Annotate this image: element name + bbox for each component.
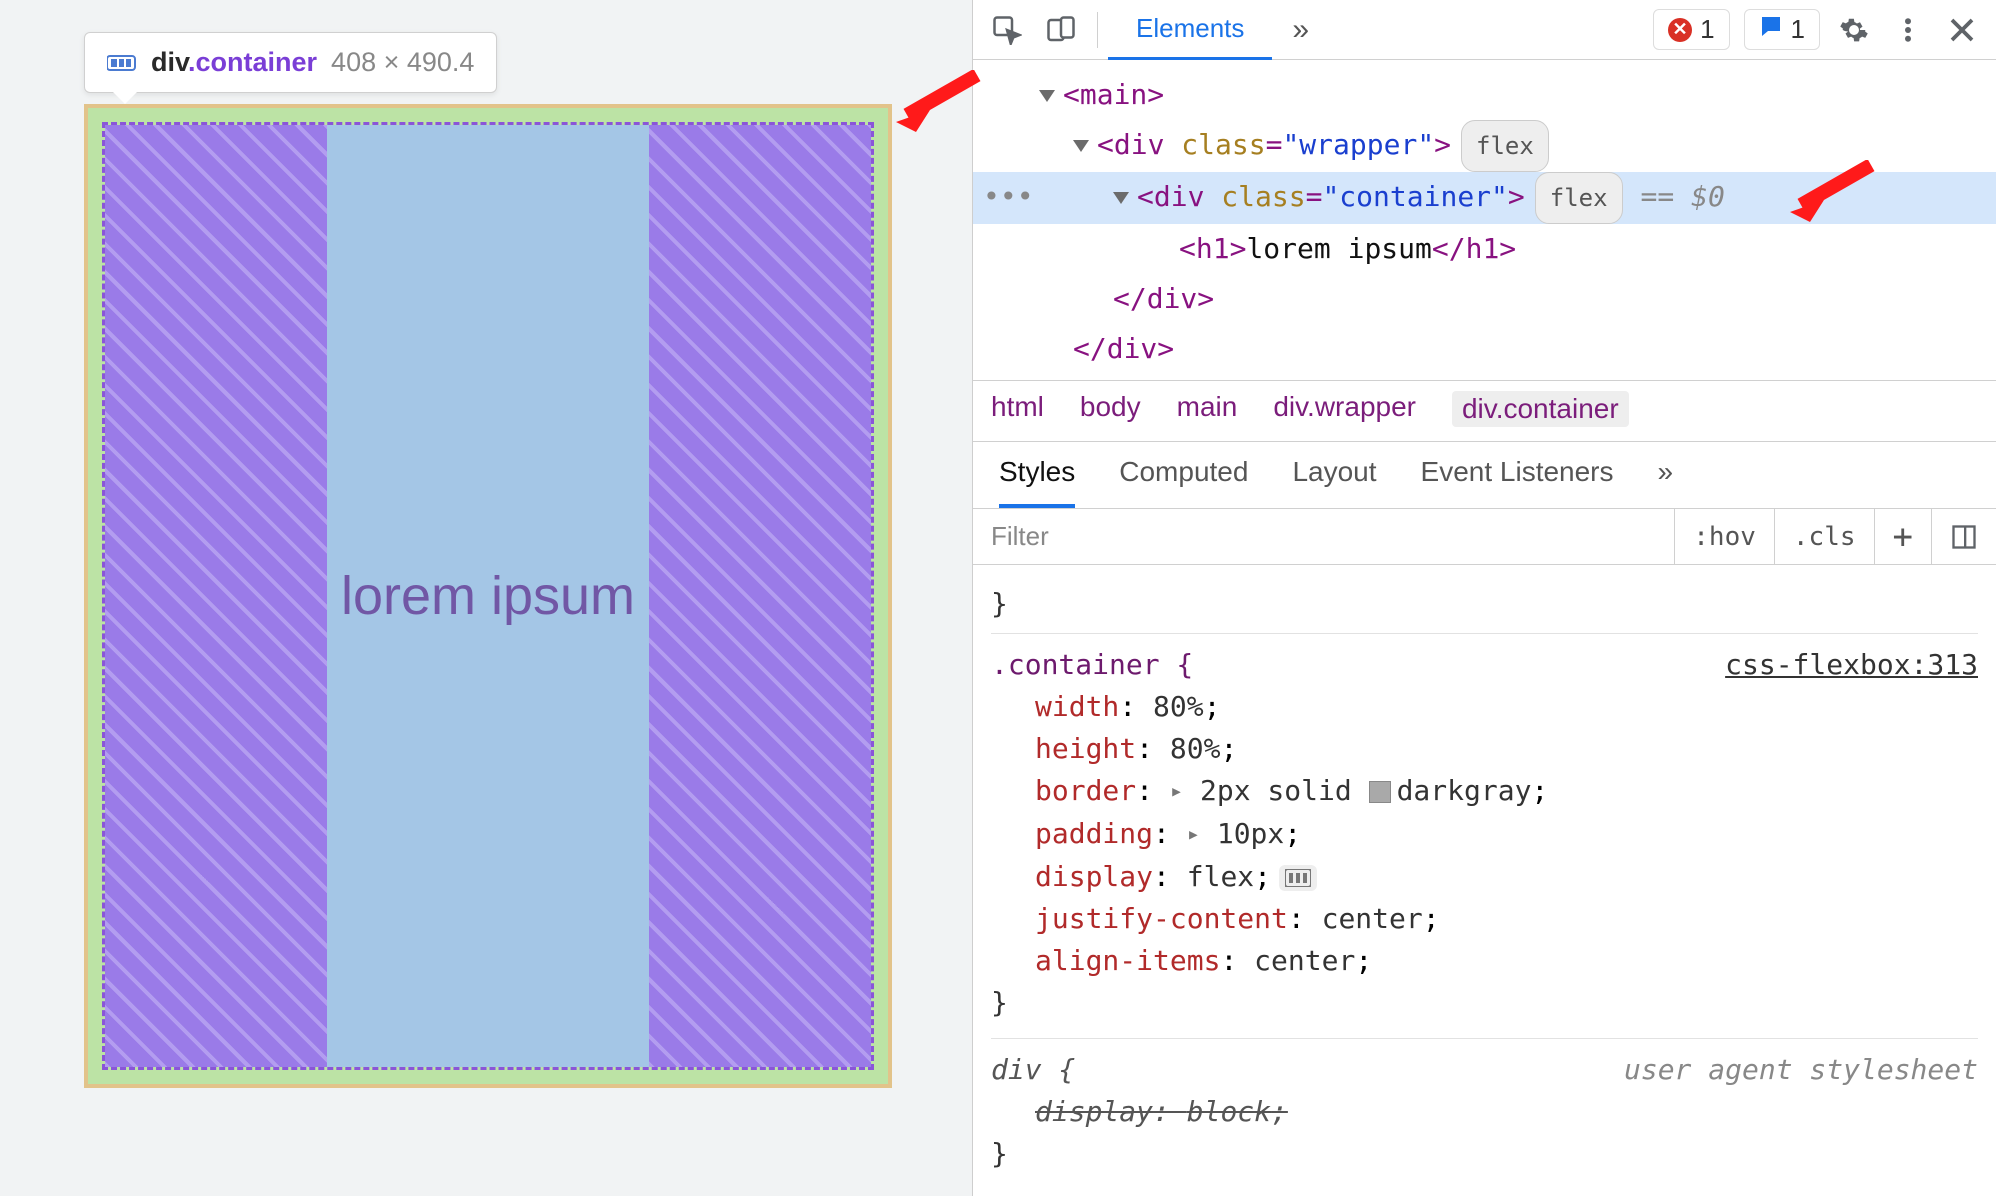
inspect-tooltip: div.container 408 × 490.4 [84,32,497,93]
css-decl[interactable]: justify-content: center; [991,898,1978,940]
styles-filter-bar: :hov .cls + [973,509,1996,565]
breadcrumb: html body main div.wrapper div.container [973,380,1996,441]
tabs-overflow[interactable]: » [1274,13,1327,47]
flex-gap-right [649,125,871,1067]
dom-tree[interactable]: <main> <div class="wrapper">flex •••<div… [973,60,1996,380]
message-icon [1759,14,1783,45]
css-rules-pane[interactable]: } .container { css-flexbox:313 width: 80… [973,565,1996,1189]
preview-text: lorem ipsum [341,565,635,627]
device-toggle-button[interactable] [1035,4,1087,56]
tooltip-selector: div.container [151,47,317,78]
styles-tabs-overflow[interactable]: » [1658,442,1674,508]
inspected-element-overlay: lorem ipsum [84,104,892,1088]
css-decl-overridden[interactable]: display: block; [991,1091,1978,1133]
message-badge[interactable]: 1 [1744,9,1820,50]
rule-selector[interactable]: div { [991,1049,1075,1091]
annotation-arrow-left [892,70,982,140]
devtools-panel: Elements » ✕ 1 1 <main> <div class="wrap… [972,0,1996,1196]
page-viewport: div.container 408 × 490.4 lorem ipsum [0,0,972,1196]
css-decl[interactable]: display: flex; [991,856,1978,898]
inspect-button[interactable] [981,4,1033,56]
css-decl[interactable]: border: ▸ 2px solid darkgray; [991,770,1978,813]
css-rule-div-ua[interactable]: div { user agent stylesheet display: blo… [991,1038,1978,1175]
close-button[interactable] [1936,4,1988,56]
rule-close: } [991,982,1978,1024]
tab-layout[interactable]: Layout [1292,442,1376,508]
color-swatch[interactable] [1369,781,1391,803]
error-count: 1 [1700,14,1714,45]
dom-node-main[interactable]: <main> [973,70,1996,120]
devtools-toolbar: Elements » ✕ 1 1 [973,0,1996,60]
tooltip-dimensions: 408 × 490.4 [331,47,474,78]
flexbox-editor-icon[interactable] [1279,865,1317,891]
hov-toggle[interactable]: :hov [1675,509,1775,564]
padding-overlay: lorem ipsum [88,108,888,1084]
new-rule-button[interactable]: + [1875,509,1932,564]
settings-button[interactable] [1828,4,1880,56]
css-decl[interactable]: width: 80%; [991,686,1978,728]
kebab-menu-button[interactable] [1882,4,1934,56]
content-overlay: lorem ipsum [102,122,874,1070]
flex-item: lorem ipsum [327,125,649,1067]
rule-source-ua: user agent stylesheet [1624,1049,1978,1091]
styles-tab-bar: Styles Computed Layout Event Listeners » [973,441,1996,509]
rule-close: } [991,1133,1978,1175]
rule-selector[interactable]: .container { [991,644,1193,686]
flex-icon [107,51,137,75]
css-decl[interactable]: padding: ▸ 10px; [991,813,1978,856]
tab-styles[interactable]: Styles [999,442,1075,508]
tab-elements[interactable]: Elements [1108,0,1272,60]
flex-badge[interactable]: flex [1461,120,1549,172]
cls-toggle[interactable]: .cls [1775,509,1875,564]
crumb-html[interactable]: html [991,391,1044,427]
rule-source-link[interactable]: css-flexbox:313 [1725,644,1978,686]
selected-ref: == $0 [1641,180,1725,213]
message-count: 1 [1791,14,1805,45]
truncated-brace: } [991,583,1978,625]
styles-filter-input[interactable] [973,509,1675,564]
crumb-body[interactable]: body [1080,391,1141,427]
css-decl[interactable]: height: 80%; [991,728,1978,770]
tab-computed[interactable]: Computed [1119,442,1248,508]
dom-node-wrapper-close[interactable]: </div> [973,324,1996,374]
tab-event-listeners[interactable]: Event Listeners [1421,442,1614,508]
dom-node-container-close[interactable]: </div> [973,274,1996,324]
dom-node-h1[interactable]: <h1>lorem ipsum</h1> [973,224,1996,274]
error-badge[interactable]: ✕ 1 [1653,9,1729,50]
computed-toggle[interactable] [1932,509,1996,564]
flex-badge[interactable]: flex [1535,172,1623,224]
separator [1097,12,1098,48]
crumb-main[interactable]: main [1177,391,1238,427]
flex-gap-left [105,125,327,1067]
css-decl[interactable]: align-items: center; [991,940,1978,982]
crumb-wrapper[interactable]: div.wrapper [1273,391,1416,427]
error-icon: ✕ [1668,18,1692,42]
css-rule-container[interactable]: .container { css-flexbox:313 width: 80%;… [991,633,1978,1024]
crumb-container[interactable]: div.container [1452,391,1629,427]
annotation-arrow-right [1786,160,1876,230]
